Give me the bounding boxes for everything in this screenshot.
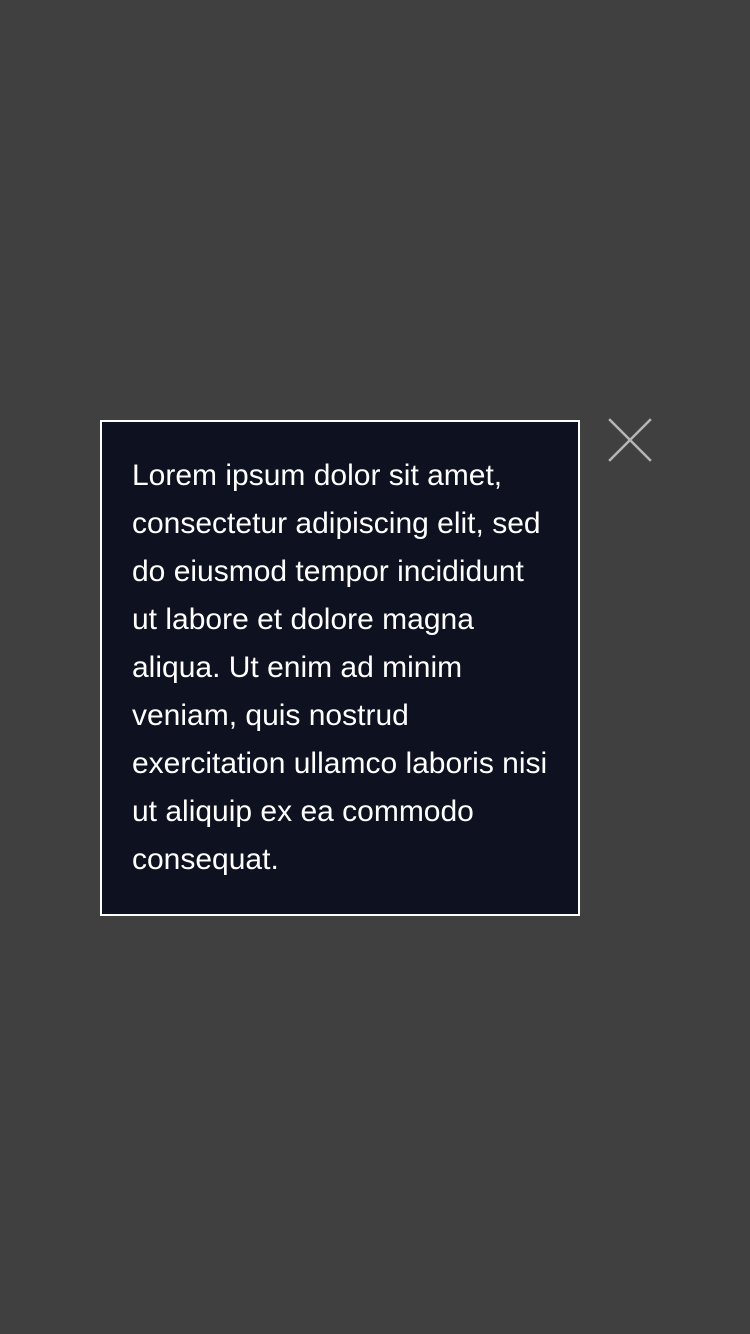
close-icon (608, 418, 652, 462)
close-button[interactable] (608, 418, 652, 462)
dialog-body-text: Lorem ipsum dolor sit amet, consectetur … (132, 459, 548, 876)
text-dialog: Lorem ipsum dolor sit amet, consectetur … (100, 420, 580, 916)
